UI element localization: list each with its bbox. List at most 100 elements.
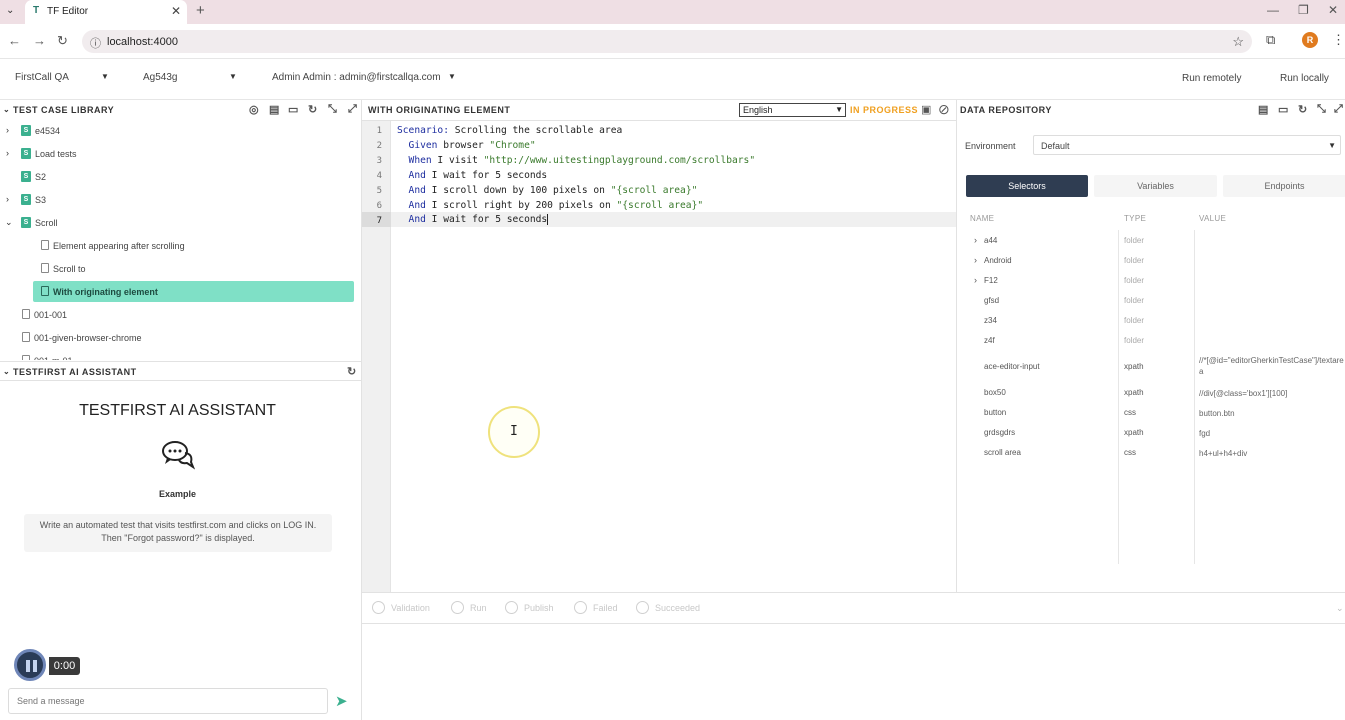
library-title: TEST CASE LIBRARY [13, 105, 115, 115]
tree-item-label: 001-m-01 [34, 356, 73, 360]
send-icon[interactable]: ➤ [335, 692, 348, 710]
tab-list-chevron-icon[interactable]: ⌄ [6, 5, 14, 16]
expand-all-icon[interactable]: ⤢ [348, 103, 357, 116]
collapse-all-icon[interactable]: ⤡ [328, 103, 337, 116]
tree-item-suite[interactable]: › S Load tests [0, 143, 362, 165]
code-line[interactable]: And I wait for 5 seconds [397, 214, 549, 225]
suite-badge-icon: S [21, 148, 31, 159]
tree-item-test[interactable]: 001-m-01 [0, 350, 362, 360]
run-pipeline: Validation Run Publish Failed Succeeded … [362, 592, 1345, 624]
line-number: 6 [376, 201, 382, 211]
tab-close-icon[interactable]: ✕ [171, 4, 181, 18]
tree-item-test[interactable]: Scroll to [0, 258, 362, 280]
language-value: English [743, 105, 773, 115]
org-select[interactable]: FirstCall QA [15, 72, 69, 83]
tree-item-suite[interactable]: › S S3 [0, 189, 362, 211]
chevron-down-icon[interactable]: ▼ [101, 72, 109, 81]
chevron-right-icon[interactable]: › [974, 275, 977, 285]
column-header-name[interactable]: NAME [970, 214, 994, 223]
run-remotely-button[interactable]: Run remotely [1182, 73, 1241, 84]
window-close-icon[interactable]: ✕ [1328, 3, 1338, 17]
column-divider [1118, 230, 1119, 564]
tab-variables[interactable]: Variables [1094, 175, 1217, 197]
step-run: Run [470, 603, 487, 613]
tree-item-test[interactable]: Element appearing after scrolling [0, 235, 362, 257]
collapse-all-icon[interactable]: ⤡ [1317, 103, 1326, 116]
chevron-right-icon[interactable]: › [974, 235, 977, 245]
column-header-value[interactable]: VALUE [1199, 214, 1226, 223]
back-icon[interactable]: ← [8, 33, 21, 48]
save-icon[interactable]: ▣ [921, 103, 931, 116]
message-input[interactable] [8, 688, 328, 714]
browser-menu-icon[interactable]: ⋮ [1332, 32, 1345, 48]
project-select[interactable]: Ag543g [143, 72, 177, 83]
chevron-down-icon[interactable]: ⌄ [1336, 603, 1344, 614]
refresh-icon[interactable]: ↻ [308, 103, 318, 116]
code-line[interactable]: And I scroll down by 100 pixels on "{scr… [397, 185, 698, 196]
pause-icon[interactable] [14, 649, 46, 681]
code-line[interactable]: Given browser "Chrome" [397, 140, 536, 151]
new-folder-icon[interactable]: ▭ [1278, 103, 1289, 116]
profile-avatar[interactable]: R [1302, 32, 1318, 48]
line-number: 2 [376, 141, 382, 151]
tree-item-suite[interactable]: S S2 [0, 166, 362, 188]
expand-all-icon[interactable]: ⤢ [1334, 103, 1343, 116]
tab-selectors[interactable]: Selectors [966, 175, 1088, 197]
chevron-down-icon[interactable]: ▼ [229, 72, 237, 81]
chevron-right-icon[interactable]: › [6, 148, 9, 158]
code-line[interactable]: When I visit "http://www.uitestingplaygr… [397, 155, 756, 166]
line-number: 1 [376, 126, 382, 136]
run-locally-button[interactable]: Run locally [1280, 73, 1329, 84]
new-tab-icon[interactable]: + [196, 2, 205, 19]
line-gutter: 1 2 3 4 5 6 7 [362, 121, 391, 592]
forward-icon[interactable]: → [33, 33, 46, 48]
new-test-icon[interactable]: ▤ [269, 103, 280, 116]
address-bar[interactable]: ⓘ localhost:4000 ☆ [82, 30, 1252, 53]
collapse-chevron-icon[interactable]: ⌄ [3, 367, 10, 376]
new-item-icon[interactable]: ▤ [1258, 103, 1269, 116]
tree-item-test[interactable]: 001-given-browser-chrome [0, 327, 362, 349]
document-icon [41, 286, 49, 296]
assistant-header-title: TESTFIRST AI ASSISTANT [13, 367, 137, 377]
line-number: 7 [376, 216, 382, 226]
step-failed: Failed [593, 603, 618, 613]
site-info-icon[interactable]: ⓘ [90, 35, 101, 51]
environment-select[interactable]: Default ▼ [1033, 135, 1341, 155]
new-folder-icon[interactable]: ▭ [288, 103, 299, 116]
check-circle-icon[interactable]: ⊘ [938, 101, 950, 118]
assistant-title: TESTFIRST AI ASSISTANT [79, 402, 276, 419]
tree-item-suite[interactable]: › S e4534 [0, 120, 362, 142]
tab-endpoints[interactable]: Endpoints [1223, 175, 1345, 197]
target-icon[interactable]: ◎ [249, 103, 259, 116]
refresh-icon[interactable]: ↻ [1298, 103, 1308, 116]
chevron-right-icon[interactable]: › [6, 125, 9, 135]
collapse-chevron-icon[interactable]: ⌄ [3, 105, 10, 114]
tree-item-suite[interactable]: ⌄ S Scroll [0, 212, 362, 234]
environment-label: Environment [965, 141, 1016, 151]
code-line[interactable]: And I scroll right by 200 pixels on "{sc… [397, 200, 704, 211]
refresh-icon[interactable]: ↻ [347, 365, 357, 378]
column-header-type[interactable]: TYPE [1124, 214, 1146, 223]
chevron-down-icon[interactable]: ⌄ [5, 217, 13, 228]
minimize-icon[interactable]: — [1267, 3, 1279, 17]
chevron-right-icon[interactable]: › [974, 255, 977, 265]
text-cursor-icon: I [510, 424, 518, 439]
example-prompt[interactable]: Write an automated test that visits test… [24, 514, 332, 552]
maximize-icon[interactable]: ❐ [1298, 3, 1309, 17]
extensions-icon[interactable]: ⧉ [1266, 32, 1275, 48]
document-icon [22, 332, 30, 342]
chevron-right-icon[interactable]: › [6, 194, 9, 204]
bookmark-star-icon[interactable]: ☆ [1232, 34, 1244, 50]
language-select[interactable]: English ▼ [739, 103, 846, 117]
browser-tab[interactable]: T TF Editor ✕ [25, 0, 187, 24]
tree-item-test[interactable]: 001-001 [0, 304, 362, 326]
reload-icon[interactable]: ↻ [57, 33, 68, 49]
chevron-down-icon[interactable]: ▼ [448, 72, 456, 81]
code-line[interactable]: Scenario: Scrolling the scrollable area [397, 125, 622, 136]
assistant-header: ⌄ TESTFIRST AI ASSISTANT ↻ [0, 361, 362, 381]
user-menu[interactable]: Admin Admin : admin@firstcallqa.com [272, 72, 441, 83]
code-line[interactable]: And I wait for 5 seconds [397, 170, 548, 181]
step-publish: Publish [524, 603, 554, 613]
tree-item-test-selected[interactable]: With originating element [0, 281, 362, 303]
line-number: 3 [376, 156, 382, 166]
